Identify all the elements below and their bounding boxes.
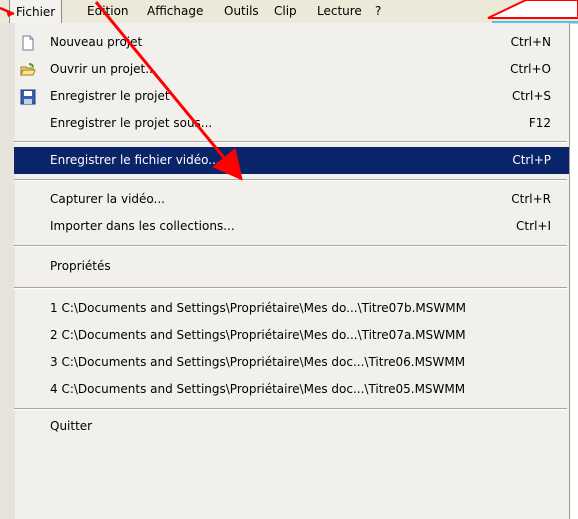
menu-affichage[interactable]: Affichage xyxy=(141,0,209,23)
menu-item-shortcut: Ctrl+I xyxy=(516,219,551,233)
menu-item-quitter[interactable]: Quitter xyxy=(14,413,569,440)
menu-edition[interactable]: Edition xyxy=(81,0,135,23)
menu-fichier[interactable]: Fichier xyxy=(9,0,63,23)
menu-outils[interactable]: Outils xyxy=(218,0,265,23)
left-edge-fragment xyxy=(0,170,4,175)
menu-separator xyxy=(14,245,567,247)
recent-file-3[interactable]: 3 C:\Documents and Settings\Propriétaire… xyxy=(14,349,569,376)
menu-item-nouveau-projet[interactable]: Nouveau projet Ctrl+N xyxy=(14,29,569,56)
new-document-icon xyxy=(22,35,34,51)
menu-item-label: Importer dans les collections... xyxy=(50,219,235,233)
open-folder-icon xyxy=(20,63,36,76)
menu-item-importer-collections[interactable]: Importer dans les collections... Ctrl+I xyxy=(14,213,569,240)
menu-item-enregistrer-sous[interactable]: Enregistrer le projet sous... F12 xyxy=(14,110,569,137)
menu-item-label: 2 C:\Documents and Settings\Propriétaire… xyxy=(50,328,466,342)
menu-item-label: 1 C:\Documents and Settings\Propriétaire… xyxy=(50,301,466,315)
recent-file-4[interactable]: 4 C:\Documents and Settings\Propriétaire… xyxy=(14,376,569,403)
menu-item-label: 3 C:\Documents and Settings\Propriétaire… xyxy=(50,355,466,369)
menu-item-shortcut: Ctrl+O xyxy=(510,62,551,76)
menu-item-shortcut: Ctrl+P xyxy=(512,153,551,167)
menu-clip[interactable]: Clip xyxy=(268,0,303,23)
menu-lecture[interactable]: Lecture xyxy=(311,0,368,23)
menu-separator xyxy=(14,287,567,289)
menu-item-label: Quitter xyxy=(50,419,93,433)
fichier-dropdown-menu: Nouveau projet Ctrl+N Ouvrir un projet..… xyxy=(0,23,570,519)
menu-item-capturer-video[interactable]: Capturer la vidéo... Ctrl+R xyxy=(14,186,569,213)
menu-item-ouvrir-projet[interactable]: Ouvrir un projet... Ctrl+O xyxy=(14,56,569,83)
menu-separator xyxy=(14,408,567,410)
menu-item-label: Capturer la vidéo... xyxy=(50,192,165,206)
menu-item-label: Enregistrer le projet xyxy=(50,89,170,103)
save-disk-icon xyxy=(20,89,36,105)
menu-item-shortcut: F12 xyxy=(528,116,551,130)
menu-item-label: 4 C:\Documents and Settings\Propriétaire… xyxy=(50,382,466,396)
menu-item-shortcut: Ctrl+N xyxy=(510,35,551,49)
menu-item-enregistrer-fichier-video[interactable]: Enregistrer le fichier vidéo... Ctrl+P xyxy=(14,147,569,174)
recent-file-2[interactable]: 2 C:\Documents and Settings\Propriétaire… xyxy=(14,322,569,349)
menu-separator xyxy=(14,141,567,143)
menu-item-label: Ouvrir un projet... xyxy=(50,62,157,76)
menu-item-label: Propriétés xyxy=(50,259,111,273)
menu-separator xyxy=(14,179,567,181)
menu-bar: Fichier Edition Affichage Outils Clip Le… xyxy=(0,0,578,24)
recent-file-1[interactable]: 1 C:\Documents and Settings\Propriétaire… xyxy=(14,295,569,322)
menu-item-label: Enregistrer le fichier vidéo... xyxy=(50,153,220,167)
menu-item-proprietes[interactable]: Propriétés xyxy=(14,253,569,280)
icon-strip xyxy=(0,23,15,519)
menu-help[interactable]: ? xyxy=(369,0,387,23)
menu-item-label: Enregistrer le projet sous... xyxy=(50,116,213,130)
menu-item-shortcut: Ctrl+S xyxy=(511,89,551,103)
menu-item-shortcut: Ctrl+R xyxy=(511,192,551,206)
menu-item-label: Nouveau projet xyxy=(50,35,143,49)
menu-item-enregistrer-projet[interactable]: Enregistrer le projet Ctrl+S xyxy=(14,83,569,110)
